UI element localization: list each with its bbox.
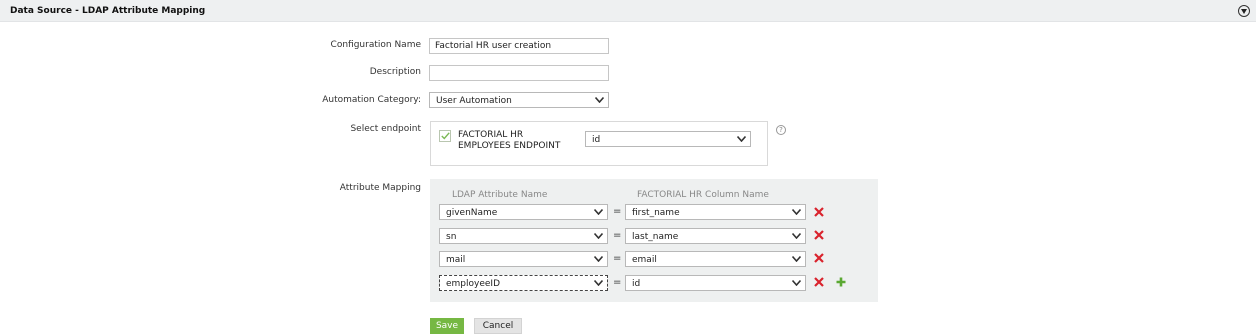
automation-category-value: User Automation <box>436 96 512 106</box>
delete-row-icon[interactable] <box>814 207 824 217</box>
chevron-down-icon <box>788 229 805 243</box>
hr-column-value: id <box>632 279 641 289</box>
help-icon[interactable]: ? <box>776 125 786 135</box>
endpoint-key-select[interactable]: id <box>585 131 751 147</box>
chevron-circle-down-icon[interactable] <box>1238 5 1250 17</box>
chevron-down-icon <box>733 132 750 146</box>
hr-column-value: first_name <box>632 208 680 218</box>
chevron-down-icon <box>590 252 607 266</box>
attribute-mapping-label: Attribute Mapping <box>339 183 421 193</box>
ldap-attribute-value: sn <box>446 232 457 242</box>
delete-row-icon[interactable] <box>814 253 824 263</box>
chevron-down-icon <box>590 276 607 290</box>
ldap-attribute-value: employeeID <box>446 279 501 289</box>
equals-sign: = <box>613 253 622 264</box>
endpoint-name: FACTORIAL HR EMPLOYEES ENDPOINT <box>458 130 561 151</box>
config-name-label: Configuration Name <box>330 40 421 50</box>
section-header: Data Source - LDAP Attribute Mapping <box>0 0 1256 22</box>
description-label: Description <box>369 67 421 77</box>
hr-column-value: last_name <box>632 232 679 242</box>
endpoint-panel: FACTORIAL HR EMPLOYEES ENDPOINT id <box>430 121 768 166</box>
ldap-attribute-select[interactable]: sn <box>439 228 608 244</box>
ldap-attribute-select[interactable]: mail <box>439 251 608 267</box>
ldap-attribute-value: mail <box>446 255 466 265</box>
add-row-icon[interactable] <box>836 277 846 287</box>
chevron-down-icon <box>788 252 805 266</box>
endpoint-checkbox[interactable] <box>439 130 451 142</box>
hr-column-header: FACTORIAL HR Column Name <box>637 190 769 200</box>
section-title: Data Source - LDAP Attribute Mapping <box>10 6 206 16</box>
delete-row-icon[interactable] <box>814 277 824 287</box>
config-name-input[interactable]: Factorial HR user creation <box>429 38 609 54</box>
chevron-down-icon <box>788 276 805 290</box>
chevron-down-icon <box>788 205 805 219</box>
hr-column-select[interactable]: id <box>625 275 806 291</box>
ldap-column-header: LDAP Attribute Name <box>452 190 548 200</box>
ldap-attribute-value: givenName <box>446 208 498 218</box>
chevron-down-icon <box>590 205 607 219</box>
hr-column-select[interactable]: first_name <box>625 204 806 220</box>
automation-category-select[interactable]: User Automation <box>429 92 609 108</box>
equals-sign: = <box>613 206 622 217</box>
ldap-attribute-select[interactable]: employeeID <box>439 275 608 291</box>
hr-column-select[interactable]: email <box>625 251 806 267</box>
ldap-attribute-select[interactable]: givenName <box>439 204 608 220</box>
description-input[interactable] <box>429 65 609 81</box>
equals-sign: = <box>613 230 622 241</box>
select-endpoint-label: Select endpoint <box>350 124 421 134</box>
delete-row-icon[interactable] <box>814 230 824 240</box>
chevron-down-icon <box>591 93 608 107</box>
hr-column-value: email <box>632 255 657 265</box>
endpoint-key-value: id <box>592 135 601 145</box>
automation-category-label: Automation Category: <box>322 95 421 105</box>
hr-column-select[interactable]: last_name <box>625 228 806 244</box>
chevron-down-icon <box>590 229 607 243</box>
equals-sign: = <box>613 277 622 288</box>
